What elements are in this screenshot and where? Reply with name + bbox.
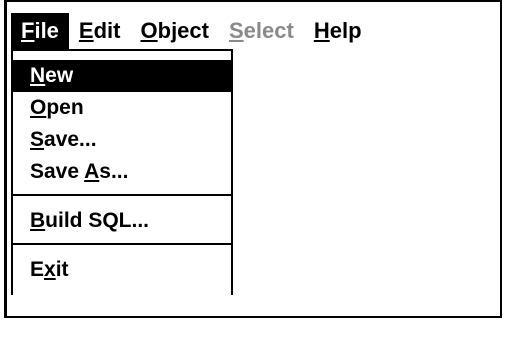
menu-item-build-sql-rest: uild SQL... [45, 209, 150, 232]
menu-item-new-mnemonic: N [30, 64, 46, 87]
menu-item-open-rest: pen [46, 96, 84, 119]
menu-item-save-rest: ave... [44, 128, 97, 151]
menu-file-mnemonic: F [21, 18, 35, 43]
menu-select-mnemonic: S [228, 18, 244, 43]
menu-item-save-as[interactable]: Save As... [13, 156, 231, 188]
menu-help-rest: elp [329, 18, 362, 43]
menu-item-save-as-pre: Save [30, 160, 85, 183]
menu-help[interactable]: Help [304, 13, 372, 49]
menu-item-build-sql-mnemonic: B [30, 209, 46, 232]
menu-file-rest: ile [34, 18, 59, 43]
menu-edit-mnemonic: E [78, 18, 94, 43]
menu-item-open-mnemonic: O [30, 96, 47, 119]
menu-item-exit[interactable]: Exit [13, 254, 231, 286]
file-menu-dropdown: New Open Save... Save As... Build SQL...… [11, 49, 233, 295]
menu-help-mnemonic: H [313, 18, 330, 43]
menu-item-new[interactable]: New [13, 60, 231, 92]
menu-item-exit-pre: E [30, 258, 45, 281]
menu-select[interactable]: Select [219, 13, 304, 49]
menu-separator [13, 194, 231, 196]
menu-item-open[interactable]: Open [13, 92, 231, 124]
menu-separator [13, 243, 231, 245]
menu-edit[interactable]: Edit [69, 13, 131, 49]
menu-item-save-as-rest: s... [99, 160, 129, 183]
menu-item-save-mnemonic: S [30, 128, 45, 151]
menu-object-rest: bject [157, 18, 209, 43]
menu-file[interactable]: File [11, 13, 69, 49]
menu-item-exit-mnemonic: x [44, 258, 56, 281]
menu-bar: File Edit Object Select Help [11, 13, 501, 49]
menu-item-save-as-mnemonic: A [84, 160, 100, 183]
menu-item-new-rest: ew [45, 64, 74, 87]
menu-select-rest: elect [243, 18, 294, 43]
menu-object-mnemonic: O [140, 18, 158, 43]
menu-object[interactable]: Object [131, 13, 219, 49]
menu-edit-rest: dit [93, 18, 121, 43]
menu-item-exit-rest: it [55, 258, 69, 281]
menu-item-build-sql[interactable]: Build SQL... [13, 205, 231, 237]
menu-item-save[interactable]: Save... [13, 124, 231, 156]
